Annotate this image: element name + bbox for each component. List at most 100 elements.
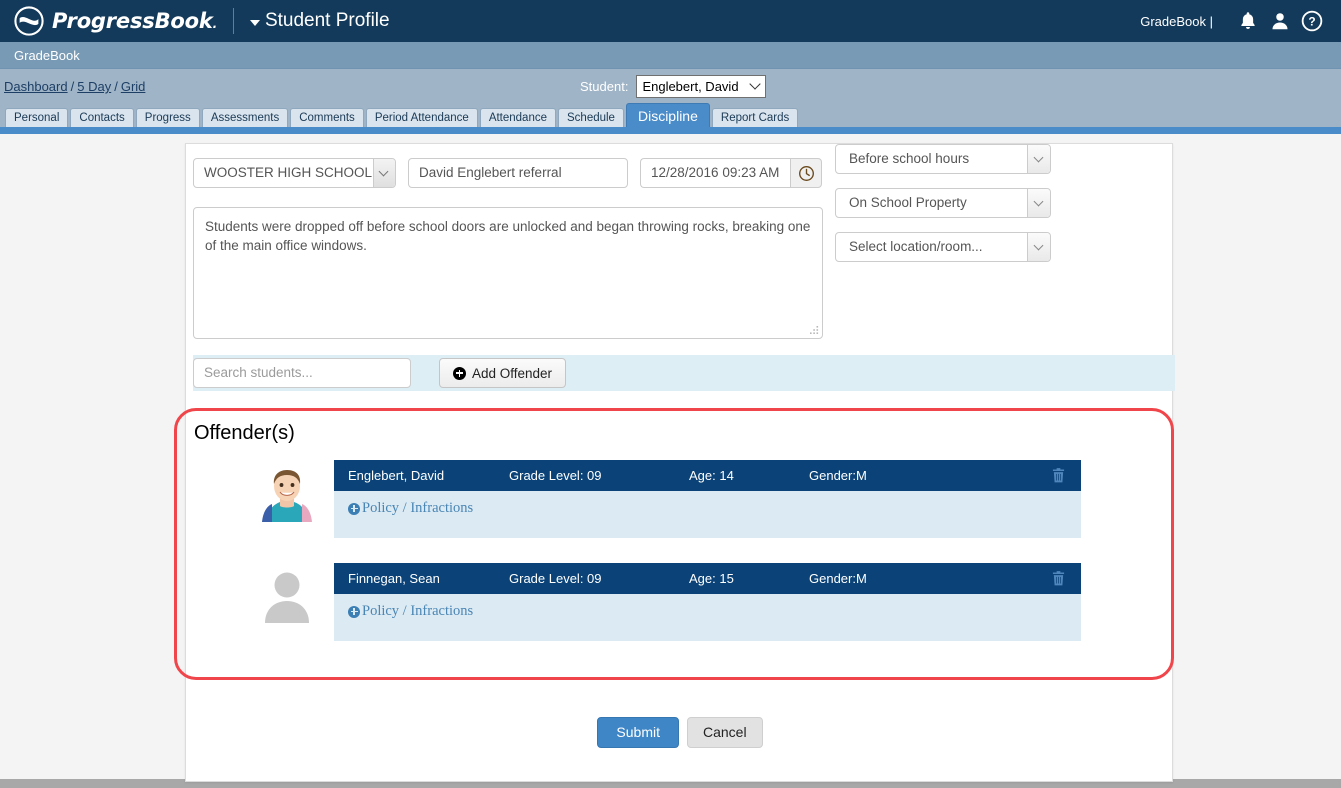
search-students-input[interactable]: Search students... (193, 358, 411, 388)
referral-header-fields: WOOSTER HIGH SCHOOL David Englebert refe… (193, 158, 822, 188)
tab-contacts[interactable]: Contacts (70, 108, 134, 127)
student-select-value: Englebert, David (642, 79, 739, 94)
brand-name-light: Book (154, 9, 213, 33)
form-actions: Submit Cancel (186, 717, 1174, 748)
offender-name: Englebert, David (348, 468, 445, 483)
tab-comments[interactable]: Comments (290, 108, 364, 127)
offender-details: Englebert, David Grade Level: 09 Age: 14… (334, 460, 1081, 538)
tab-discipline[interactable]: Discipline (625, 103, 710, 128)
chevron-down-icon (378, 166, 389, 177)
breadcrumb-item-grid[interactable]: Grid (121, 79, 146, 94)
header-divider (232, 8, 234, 34)
tab-report-cards[interactable]: Report Cards (711, 108, 799, 127)
offender-policy-row: Policy / Infractions (334, 594, 1081, 641)
avatar (256, 460, 318, 536)
location-type-select[interactable]: On School Property (835, 188, 1051, 218)
location-room-select-button[interactable] (1027, 233, 1050, 261)
header-right-controls: GradeBook | ? (1140, 10, 1341, 32)
student-photo-icon (256, 460, 318, 522)
student-selector-label: Student: (580, 79, 629, 94)
content-area: WOOSTER HIGH SCHOOL David Englebert refe… (0, 134, 1341, 782)
school-select[interactable]: WOOSTER HIGH SCHOOL (193, 158, 396, 188)
offender-header-row: Englebert, David Grade Level: 09 Age: 14… (334, 460, 1081, 491)
student-selector: Student: Englebert, David (580, 75, 767, 98)
top-header-bar: ProgressBook. Student Profile GradeBook … (0, 0, 1341, 42)
location-type-value: On School Property (849, 195, 967, 210)
discipline-referral-panel: WOOSTER HIGH SCHOOL David Englebert refe… (174, 143, 1175, 782)
tab-personal[interactable]: Personal (5, 108, 69, 127)
time-frame-select[interactable]: Before school hours (835, 144, 1051, 174)
offender-gender: Gender:M (809, 468, 867, 483)
brand-logo-area[interactable]: ProgressBook. (0, 6, 217, 36)
add-offender-label: Add Offender (472, 365, 553, 381)
offender-header-row: Finnegan, Sean Grade Level: 09 Age: 15 G… (334, 563, 1081, 594)
offender-gender: Gender:M (809, 571, 867, 586)
submit-button[interactable]: Submit (597, 717, 679, 748)
offender-age: Age: 14 (689, 468, 734, 483)
incident-context-selects: Before school hours On School Property S… (835, 144, 1051, 276)
chevron-down-icon (1033, 152, 1044, 163)
incident-datetime-group: 12/28/2016 09:23 AM (640, 158, 822, 188)
offenders-list: Englebert, David Grade Level: 09 Age: 14… (256, 460, 1081, 666)
help-icon[interactable]: ? (1301, 10, 1323, 32)
bell-icon[interactable] (1237, 10, 1259, 32)
time-frame-select-button[interactable] (1027, 145, 1050, 173)
progressbook-logo-icon (14, 6, 44, 36)
brand-name: ProgressBook. (52, 9, 217, 33)
location-type-select-button[interactable] (1027, 189, 1050, 217)
incident-datetime-input[interactable]: 12/28/2016 09:23 AM (640, 158, 790, 188)
page-title: Student Profile (264, 10, 390, 31)
student-select[interactable]: Englebert, David (636, 75, 767, 98)
cancel-button[interactable]: Cancel (686, 717, 763, 748)
tab-assessments[interactable]: Assessments (201, 108, 289, 127)
offender-grade-level: Grade Level: 09 (509, 571, 602, 586)
brand-name-bold: Progress (52, 9, 155, 33)
offender-search-row: Search students... Add Offender (193, 355, 1175, 391)
breadcrumb-separator: / (70, 79, 75, 94)
policy-infractions-label: Policy / Infractions (362, 603, 474, 619)
user-icon[interactable] (1269, 10, 1291, 32)
offender-row: Finnegan, Sean Grade Level: 09 Age: 15 G… (256, 563, 1081, 641)
trash-icon (1052, 571, 1064, 586)
tab-period-attendance[interactable]: Period Attendance (365, 108, 478, 127)
location-room-select[interactable]: Select location/room... (835, 232, 1051, 262)
resize-handle-icon[interactable] (810, 326, 819, 335)
policy-infractions-link[interactable]: Policy / Infractions (334, 500, 473, 517)
breadcrumb-item-5day[interactable]: 5 Day (77, 79, 111, 94)
offender-policy-row: Policy / Infractions (334, 491, 1081, 538)
location-room-value: Select location/room... (849, 239, 983, 254)
incident-description-textarea[interactable]: Students were dropped off before school … (193, 207, 823, 339)
trash-icon (1052, 468, 1064, 483)
incident-title-input[interactable]: David Englebert referral (408, 158, 628, 188)
tab-bar: Personal Contacts Progress Assessments C… (0, 103, 1341, 128)
tab-attendance[interactable]: Attendance (479, 108, 556, 127)
time-frame-value: Before school hours (849, 151, 970, 166)
breadcrumb-row: Dashboard/5 Day / Grid Student: Englebert,… (0, 69, 1341, 104)
chevron-down-icon (249, 19, 260, 26)
brand-trademark: . (212, 17, 218, 31)
module-label: GradeBook (14, 47, 80, 63)
remove-offender-button[interactable] (1035, 468, 1081, 483)
remove-offender-button[interactable] (1035, 571, 1081, 586)
policy-infractions-label: Policy / Infractions (362, 500, 474, 516)
breadcrumb-item-dashboard[interactable]: Dashboard (4, 79, 68, 94)
offender-age: Age: 15 (689, 571, 734, 586)
offender-grade-level: Grade Level: 09 (509, 468, 602, 483)
page-title-menu[interactable]: Student Profile (249, 10, 390, 32)
application-frame: ProgressBook. Student Profile GradeBook … (0, 0, 1341, 788)
chevron-down-icon (1033, 196, 1044, 207)
breadcrumb-separator-2: / (114, 79, 118, 94)
plus-circle-icon (348, 605, 360, 618)
policy-infractions-link[interactable]: Policy / Infractions (334, 603, 473, 620)
module-bar: GradeBook (0, 42, 1341, 69)
datetime-picker-button[interactable] (790, 158, 822, 188)
school-select-button[interactable] (373, 159, 395, 187)
breadcrumb: Dashboard/5 Day / Grid (0, 79, 145, 94)
svg-text:?: ? (1308, 15, 1315, 29)
clock-icon (798, 165, 814, 181)
offender-details: Finnegan, Sean Grade Level: 09 Age: 15 G… (334, 563, 1081, 641)
tab-progress[interactable]: Progress (135, 108, 200, 127)
header-context-label: GradeBook | (1140, 13, 1213, 29)
tab-schedule[interactable]: Schedule (558, 108, 624, 127)
add-offender-button[interactable]: Add Offender (439, 358, 567, 388)
